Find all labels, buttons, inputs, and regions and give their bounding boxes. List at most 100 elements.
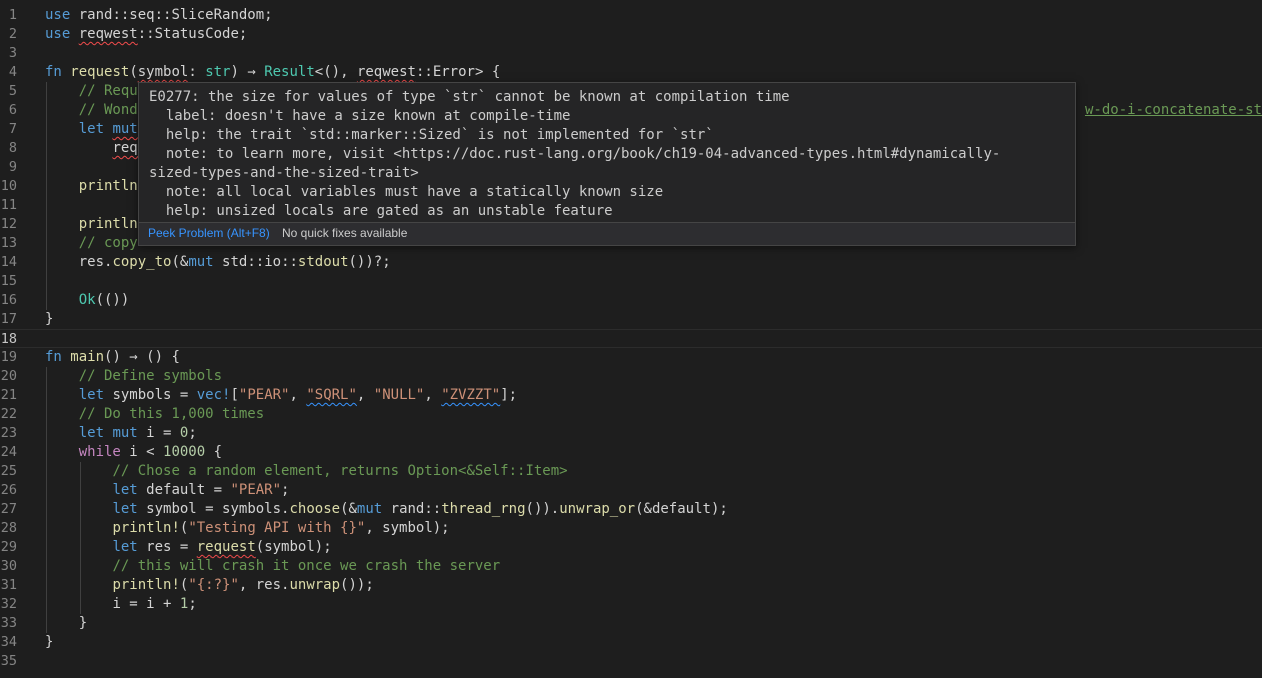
- code-line[interactable]: 24 while i < 10000 {: [0, 443, 1262, 462]
- code-line[interactable]: 23 let mut i = 0;: [0, 424, 1262, 443]
- code-token: (symbol);: [255, 539, 332, 555]
- code-line[interactable]: 17}: [0, 310, 1262, 329]
- code-editor[interactable]: 1 use rand::seq::SliceRandom; 2 use reqwest…: [0, 0, 1262, 678]
- error-squiggle-token: symbol: [137, 64, 189, 80]
- line-number: 10: [0, 178, 17, 194]
- line-code: let symbol = symbols.choose(&mut rand::t…: [45, 500, 727, 519]
- code-token: let: [112, 539, 147, 555]
- error-message-line: label: doesn't have a size known at comp…: [149, 108, 571, 124]
- code-line[interactable]: 18: [0, 329, 1262, 348]
- peek-problem-link[interactable]: Peek Problem (Alt+F8): [148, 223, 270, 244]
- code-line[interactable]: 19 fn main() → () {: [0, 348, 1262, 367]
- code-line[interactable]: 27 let symbol = symbols.choose(&mut rand…: [0, 500, 1262, 519]
- code-line[interactable]: 16 Ok(()): [0, 291, 1262, 310]
- code-token: let: [78, 425, 113, 441]
- code-token: println: [78, 216, 138, 232]
- line-code: requ: [45, 139, 146, 158]
- code-line[interactable]: 29 let res = request(symbol);: [0, 538, 1262, 557]
- line-number: 29: [0, 539, 17, 555]
- code-token: ())?;: [348, 254, 391, 270]
- code-line[interactable]: 26 let default = "PEAR";: [0, 481, 1262, 500]
- code-token: unwrap_or: [559, 501, 636, 517]
- line-number: 6: [8, 102, 17, 118]
- code-line[interactable]: 1 use rand::seq::SliceRandom;: [0, 6, 1262, 25]
- code-line[interactable]: 15: [0, 272, 1262, 291]
- code-token: 10000: [163, 444, 206, 460]
- code-line[interactable]: 33 }: [0, 614, 1262, 633]
- code-line[interactable]: 2 use reqwest::StatusCode;: [0, 25, 1262, 44]
- code-token: vec!: [196, 387, 231, 403]
- line-code: use rand::seq::SliceRandom;: [45, 6, 273, 25]
- code-token: SliceRandom: [171, 7, 265, 23]
- code-token: "PEAR": [230, 482, 282, 498]
- code-line[interactable]: 25 // Chose a random element, returns Op…: [0, 462, 1262, 481]
- line-number: 11: [0, 197, 17, 213]
- error-squiggle-token: reqwest: [78, 26, 138, 42]
- line-number: 2: [8, 26, 17, 42]
- code-line[interactable]: 21 let symbols = vec!["PEAR", "SQRL", "N…: [0, 386, 1262, 405]
- code-line[interactable]: 30 // this will crash it once we crash t…: [0, 557, 1262, 576]
- code-token: ());: [340, 577, 374, 593]
- code-line[interactable]: 22 // Do this 1,000 times: [0, 405, 1262, 424]
- code-token: ,: [424, 387, 442, 403]
- line-code: // copy: [45, 234, 138, 253]
- code-line[interactable]: 4 fn request(symbol: str) → Result<(), re…: [0, 63, 1262, 82]
- spelling-squiggle-token: "ZVZZT": [441, 387, 501, 403]
- code-token: "NULL": [373, 387, 425, 403]
- code-line[interactable]: 32 i = i + 1;: [0, 595, 1262, 614]
- code-token: rand: [390, 501, 425, 517]
- code-token: println!: [112, 577, 180, 593]
- code-token: thread_rng: [441, 501, 526, 517]
- error-squiggle-token: reqwest: [356, 64, 416, 80]
- line-code: use reqwest::StatusCode;: [45, 25, 247, 44]
- code-token: ::: [415, 64, 433, 80]
- code-token: // Chose a random element, returns Optio…: [112, 463, 568, 479]
- line-code: let default = "PEAR";: [45, 481, 289, 500]
- line-number: 25: [0, 463, 17, 479]
- line-number: 23: [0, 425, 17, 441]
- code-line[interactable]: 34}: [0, 633, 1262, 652]
- error-message-body: E0277: the size for values of type `str`…: [149, 88, 1067, 221]
- line-code: while i < 10000 {: [45, 443, 222, 462]
- line-code: // Requ: [45, 82, 138, 101]
- code-token: [: [230, 387, 239, 403]
- line-code: i = i + 1;: [45, 595, 196, 614]
- code-token: "{:?}": [188, 577, 239, 593]
- code-line[interactable]: 35: [0, 652, 1262, 671]
- code-token: rand: [78, 7, 113, 23]
- code-line[interactable]: 3: [0, 44, 1262, 63]
- code-token: (()): [95, 292, 130, 308]
- error-message-line: note: to learn more, visit <https://doc.…: [149, 146, 1001, 162]
- line-code: }: [45, 633, 53, 652]
- no-quick-fixes-label: No quick fixes available: [282, 226, 408, 240]
- code-token: (: [129, 64, 138, 80]
- code-token: ;: [281, 482, 290, 498]
- overflow-url-link[interactable]: w-do-i-concatenate-st: [1085, 101, 1262, 120]
- error-message-line: sized-types-and-the-sized-trait>: [149, 165, 419, 181]
- code-token: res: [146, 539, 172, 555]
- line-number: 17: [0, 311, 17, 327]
- code-line[interactable]: 20 // Define symbols: [0, 367, 1262, 386]
- line-number: 24: [0, 444, 17, 460]
- code-line[interactable]: 28 println!("Testing API with {}", symbo…: [0, 519, 1262, 538]
- code-token: request: [70, 64, 130, 80]
- spelling-squiggle-token: "SQRL": [306, 387, 357, 403]
- code-line[interactable]: 14 res.copy_to(&mut std::io::stdout())?;: [0, 253, 1262, 272]
- line-number: 21: [0, 387, 17, 403]
- line-code: let mut: [45, 120, 138, 139]
- line-number: 5: [8, 83, 17, 99]
- code-token: fn: [45, 349, 71, 365]
- line-number: 16: [0, 292, 17, 308]
- code-line[interactable]: 31 println!("{:?}", res.unwrap());: [0, 576, 1262, 595]
- code-token: use: [45, 26, 79, 42]
- code-token: ,: [356, 387, 374, 403]
